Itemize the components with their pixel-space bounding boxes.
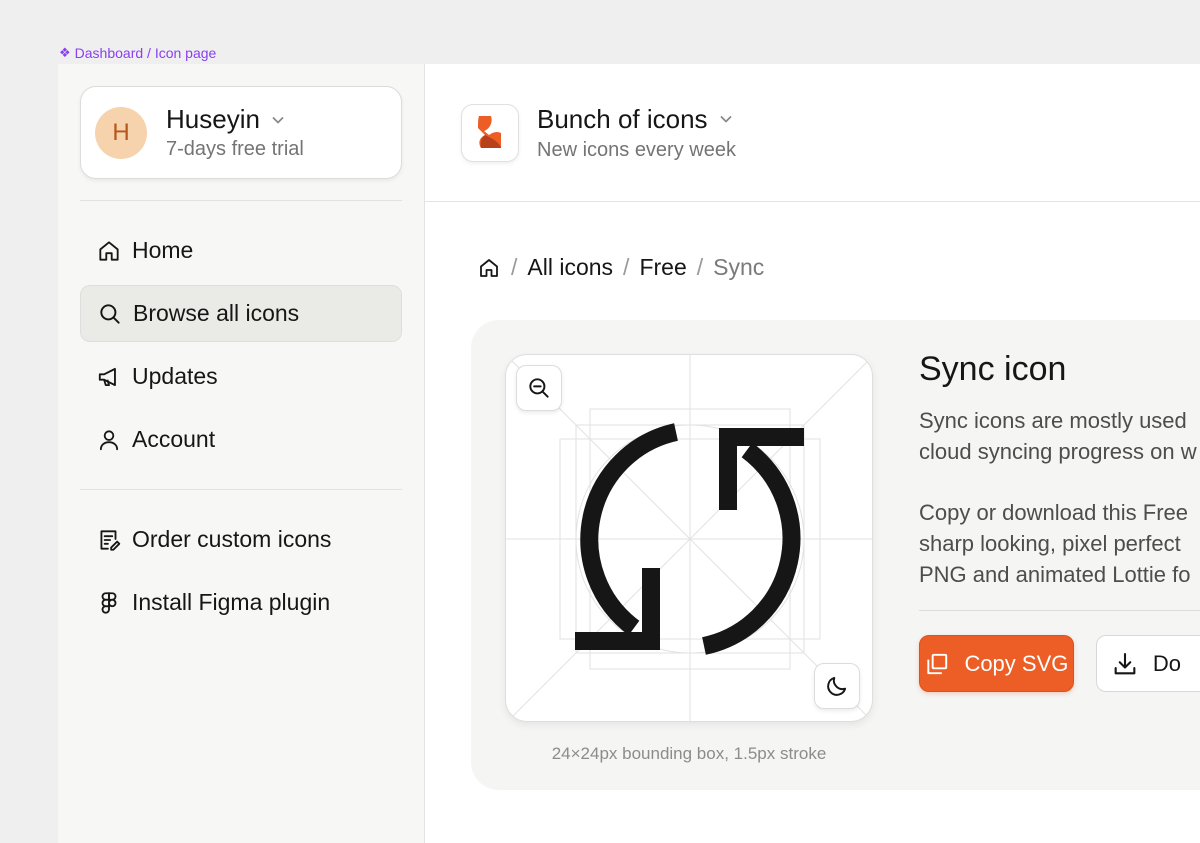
copy-note-line: sharp looking, pixel perfect: [919, 531, 1181, 556]
brand-name: Bunch of icons: [537, 103, 708, 134]
sidebar-item-account[interactable]: Account: [80, 411, 402, 468]
sidebar-nav-secondary: Order custom icons Install Figma plugin: [80, 511, 402, 631]
app-window: H Huseyin 7-days free trial Home Browse …: [58, 64, 1200, 843]
sidebar-item-label: Order custom icons: [132, 526, 332, 552]
sidebar-item-figma-plugin[interactable]: Install Figma plugin: [80, 574, 402, 631]
sidebar-item-label: Updates: [132, 363, 218, 389]
breadcrumb-separator: /: [623, 254, 630, 280]
breadcrumb-current: Sync: [713, 254, 765, 280]
copy-note-line: PNG and animated Lottie fo: [919, 562, 1191, 587]
sidebar-divider: [80, 200, 402, 201]
sidebar-item-label: Home: [132, 237, 194, 263]
home-icon: [99, 240, 119, 261]
edit-document-icon: [100, 529, 121, 551]
sidebar-item-label: Browse all icons: [133, 300, 300, 326]
breadcrumb-free[interactable]: Free: [639, 254, 686, 281]
sync-icon: [575, 423, 804, 655]
icon-title: Sync icon: [919, 350, 1067, 388]
sidebar-divider: [80, 489, 402, 490]
search-icon: [100, 303, 120, 324]
sidebar-item-order-custom[interactable]: Order custom icons: [80, 511, 402, 568]
zoom-out-button[interactable]: [516, 365, 562, 411]
sidebar-nav: Home Browse all icons Updates Account: [80, 222, 402, 468]
download-label: Do: [1152, 650, 1181, 676]
download-button[interactable]: Do: [1095, 635, 1200, 692]
main-content: Bunch of icons New icons every week / Al…: [425, 64, 1200, 843]
zoom-out-icon: [529, 378, 549, 398]
icon-actions: Copy SVG Do: [919, 635, 1200, 692]
breadcrumb-separator: /: [696, 254, 704, 280]
preview-caption: 24×24px bounding box, 1.5px stroke: [551, 744, 827, 763]
copy-svg-label: Copy SVG: [964, 650, 1069, 676]
sidebar-item-label: Install Figma plugin: [132, 589, 331, 615]
account-switcher[interactable]: H Huseyin 7-days free trial: [80, 86, 402, 179]
megaphone-icon: [98, 367, 116, 386]
topbar: Bunch of icons New icons every week: [425, 64, 1200, 202]
user-icon: [99, 429, 119, 450]
description-line: cloud syncing progress on w: [919, 439, 1197, 464]
icon-preview: [505, 354, 873, 722]
sidebar-item-browse[interactable]: Browse all icons: [80, 285, 402, 342]
component-icon: ❖: [59, 45, 71, 60]
dark-mode-toggle[interactable]: [814, 663, 860, 709]
frame-label-text: Dashboard / Icon page: [74, 45, 217, 61]
chevron-down-icon: [272, 116, 284, 123]
sidebar-item-home[interactable]: Home: [80, 222, 402, 279]
breadcrumb-separator: /: [511, 254, 518, 280]
icon-copy-note: Copy or download this Free sharp looking…: [919, 497, 1200, 590]
brand-tagline: New icons every week: [537, 138, 736, 161]
chevron-down-icon[interactable]: [718, 111, 734, 127]
info-divider: [919, 610, 1200, 611]
account-name: Huseyin: [166, 104, 260, 134]
download-icon: [1114, 652, 1136, 674]
copy-svg-button[interactable]: Copy SVG: [919, 635, 1074, 692]
copy-note-line: Copy or download this Free: [919, 500, 1189, 525]
brand-logo-icon: [478, 115, 501, 148]
avatar: H: [95, 106, 147, 159]
account-plan: 7-days free trial: [166, 138, 304, 160]
icon-detail-card: 24×24px bounding box, 1.5px stroke Sync …: [471, 320, 1200, 790]
sidebar-item-label: Account: [132, 426, 216, 452]
copy-icon: [927, 653, 948, 674]
description-line: Sync icons are mostly used: [919, 408, 1187, 433]
sidebar: H Huseyin 7-days free trial Home Browse …: [58, 64, 425, 843]
frame-label: ❖ Dashboard / Icon page: [59, 45, 216, 61]
breadcrumb: / All icons / Free / Sync: [477, 254, 764, 281]
figma-icon: [101, 591, 117, 614]
icon-description: Sync icons are mostly used cloud syncing…: [919, 405, 1200, 467]
home-icon[interactable]: [477, 256, 501, 280]
sidebar-item-updates[interactable]: Updates: [80, 348, 402, 405]
icon-info: Sync icon Sync icons are mostly used clo…: [919, 350, 1200, 692]
brand-logo: [461, 103, 519, 162]
moon-icon: [827, 676, 847, 696]
breadcrumb-all-icons[interactable]: All icons: [527, 254, 613, 281]
